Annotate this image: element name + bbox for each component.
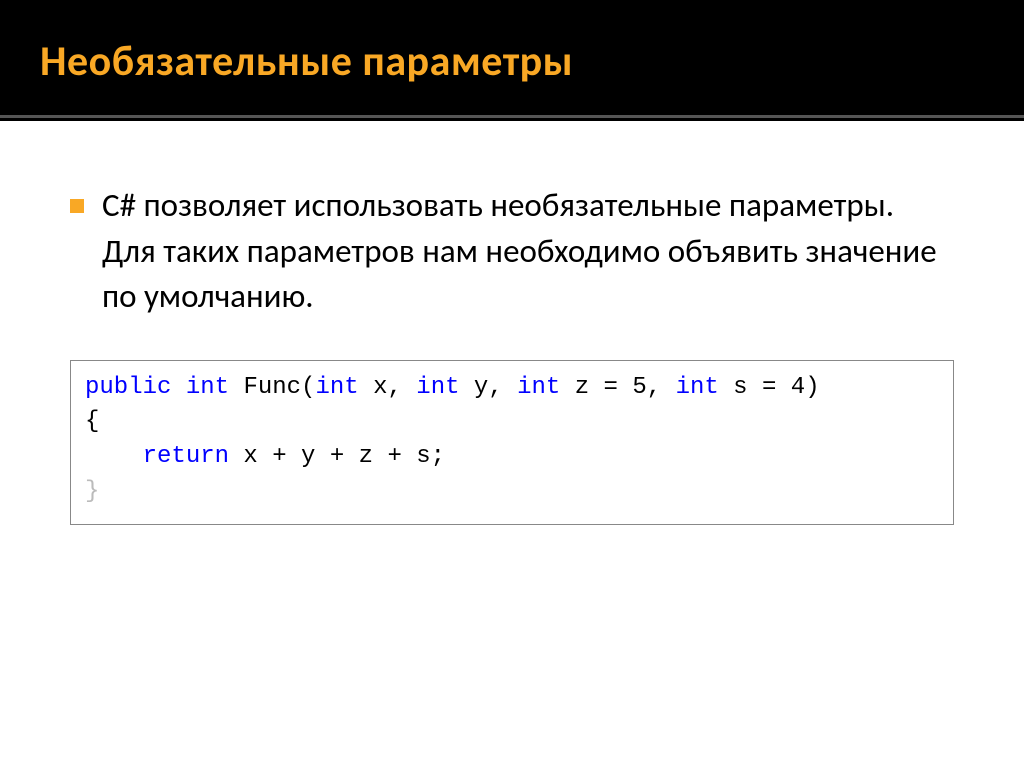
brace-close: }	[85, 478, 99, 505]
code-x: x,	[359, 374, 417, 401]
code-func: Func(	[229, 374, 315, 401]
code-expr: x + y + z + s;	[229, 443, 445, 470]
bullet-icon	[70, 199, 84, 213]
brace-open: {	[85, 408, 99, 435]
code-z: z = 5,	[560, 374, 675, 401]
keyword-int: int	[186, 374, 229, 401]
code-s: s = 4)	[719, 374, 820, 401]
code-y: y,	[460, 374, 518, 401]
code-block: public int Func(int x, int y, int z = 5,…	[70, 360, 954, 525]
keyword-int-s: int	[676, 374, 719, 401]
slide-body: C# позволяет использовать необязательные…	[0, 121, 1024, 767]
faint-mark	[85, 443, 143, 470]
keyword-int-z: int	[517, 374, 560, 401]
keyword-int-y: int	[416, 374, 459, 401]
slide: Необязательные параметры C# позволяет ис…	[0, 0, 1024, 767]
keyword-public: public	[85, 374, 171, 401]
code-space	[171, 374, 185, 401]
keyword-return: return	[143, 443, 229, 470]
keyword-int-x: int	[315, 374, 358, 401]
bullet-item: C# позволяет использовать необязательные…	[70, 183, 954, 320]
bullet-text: C# позволяет использовать необязательные…	[102, 183, 954, 320]
slide-title: Необязательные параметры	[40, 36, 984, 87]
slide-header: Необязательные параметры	[0, 0, 1024, 121]
